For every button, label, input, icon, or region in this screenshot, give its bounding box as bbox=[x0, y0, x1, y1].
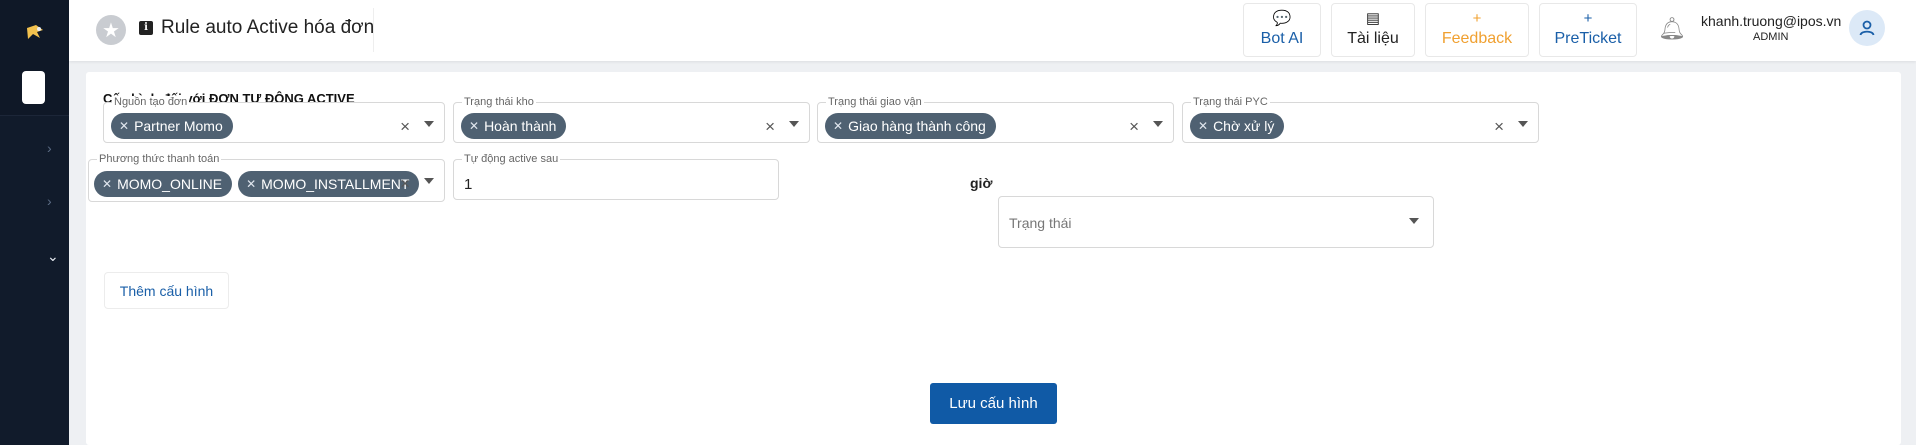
auto-active-input[interactable]: Tự động active sau 1 bbox=[453, 153, 779, 200]
delivery-status-select[interactable]: Trạng thái giao vận ✕ Giao hàng thành côn… bbox=[817, 96, 1174, 143]
bot-ai-label: Bot AI bbox=[1260, 30, 1304, 47]
chip-remove-icon[interactable]: ✕ bbox=[833, 119, 843, 133]
documents-label: Tài liệu bbox=[1347, 30, 1399, 47]
dropdown-arrow-icon[interactable] bbox=[424, 121, 434, 127]
clear-icon[interactable]: × bbox=[400, 174, 410, 194]
save-config-button[interactable]: Lưu cấu hình bbox=[930, 383, 1057, 424]
info-icon[interactable]: i bbox=[139, 21, 153, 35]
plus-icon: + bbox=[1583, 10, 1593, 27]
sidebar-header bbox=[0, 0, 69, 116]
bell-icon[interactable]: 🔔︎ bbox=[1658, 16, 1686, 42]
auto-active-value[interactable]: 1 bbox=[464, 176, 472, 193]
auto-active-label: Tự động active sau bbox=[462, 153, 561, 165]
chip-hoan-thanh[interactable]: ✕ Hoàn thành bbox=[461, 113, 567, 139]
logo-icon[interactable] bbox=[24, 22, 46, 44]
page-title: Rule auto Active hóa đơn bbox=[161, 17, 375, 38]
status-placeholder: Trạng thái bbox=[1009, 215, 1072, 231]
clear-icon[interactable]: × bbox=[1129, 117, 1139, 137]
user-role: ADMIN bbox=[1753, 31, 1789, 43]
feedback-label: Feedback bbox=[1441, 30, 1513, 47]
dropdown-arrow-icon[interactable] bbox=[789, 121, 799, 127]
top-header: ★ i Rule auto Active hóa đơn 💬 Bot AI ▤ … bbox=[69, 0, 1916, 61]
chip-cho-xu-ly[interactable]: ✕ Chờ xử lý bbox=[1190, 113, 1285, 139]
documents-button[interactable]: ▤ Tài liệu bbox=[1331, 3, 1415, 57]
chevron-right-icon[interactable]: › bbox=[47, 140, 52, 156]
user-email: khanh.truong@ipos.vn bbox=[1701, 13, 1842, 29]
unit-label: giờ bbox=[970, 175, 993, 191]
source-select[interactable]: Nguồn tạo đơn ✕ Partner Momo × bbox=[103, 96, 445, 143]
chat-bubble-icon: 💬 bbox=[1272, 10, 1292, 27]
delivery-status-label: Trạng thái giao vận bbox=[826, 96, 924, 108]
user-icon bbox=[1859, 20, 1875, 36]
source-label: Nguồn tạo đơn bbox=[112, 96, 190, 108]
payment-method-label: Phương thức thanh toán bbox=[97, 153, 222, 165]
dropdown-arrow-icon[interactable] bbox=[1153, 121, 1163, 127]
pyc-status-label: Trạng thái PYC bbox=[1191, 96, 1270, 108]
chip-label: Hoàn thành bbox=[484, 118, 557, 134]
avatar[interactable] bbox=[1849, 10, 1885, 46]
sidebar: › › ⌄ bbox=[0, 0, 69, 445]
chip-remove-icon[interactable]: ✕ bbox=[469, 119, 479, 133]
preticket-button[interactable]: + PreTicket bbox=[1539, 3, 1637, 57]
chip-label: MOMO_ONLINE bbox=[117, 176, 223, 192]
chip-giao-hang-thanh-cong[interactable]: ✕ Giao hàng thành công bbox=[825, 113, 996, 139]
favorite-star-icon[interactable]: ★ bbox=[96, 15, 126, 45]
add-config-button[interactable]: Thêm cấu hình bbox=[104, 272, 229, 309]
payment-method-select[interactable]: Phương thức thanh toán ✕ MOMO_ONLINE ✕ MOM… bbox=[88, 153, 445, 202]
chip-remove-icon[interactable]: ✕ bbox=[102, 177, 112, 191]
chevron-down-icon[interactable]: ⌄ bbox=[47, 248, 59, 265]
dropdown-arrow-icon[interactable] bbox=[424, 178, 434, 184]
clear-icon[interactable]: × bbox=[1494, 117, 1504, 137]
clear-icon[interactable]: × bbox=[400, 117, 410, 137]
status-select[interactable]: Trạng thái bbox=[998, 196, 1434, 248]
clear-icon[interactable]: × bbox=[765, 117, 775, 137]
chip-remove-icon[interactable]: ✕ bbox=[246, 177, 256, 191]
chip-label: Giao hàng thành công bbox=[848, 118, 986, 134]
pyc-status-select[interactable]: Trạng thái PYC ✕ Chờ xử lý × bbox=[1182, 96, 1539, 143]
book-icon: ▤ bbox=[1365, 10, 1381, 27]
chip-momo-installment[interactable]: ✕ MOMO_INSTALLMENT bbox=[238, 171, 420, 197]
chip-label: Partner Momo bbox=[134, 118, 223, 134]
dropdown-arrow-icon[interactable] bbox=[1518, 121, 1528, 127]
warehouse-status-select[interactable]: Trạng thái kho ✕ Hoàn thành × bbox=[453, 96, 810, 143]
chip-label: MOMO_INSTALLMENT bbox=[261, 176, 410, 192]
chip-remove-icon[interactable]: ✕ bbox=[1198, 119, 1208, 133]
chip-remove-icon[interactable]: ✕ bbox=[119, 119, 129, 133]
dropdown-arrow-icon[interactable] bbox=[1409, 218, 1419, 224]
chevron-right-icon[interactable]: › bbox=[47, 193, 52, 209]
plus-icon: + bbox=[1472, 10, 1482, 27]
bot-ai-button[interactable]: 💬 Bot AI bbox=[1243, 3, 1321, 57]
preticket-label: PreTicket bbox=[1554, 30, 1622, 47]
warehouse-status-label: Trạng thái kho bbox=[462, 96, 536, 108]
sidebar-active-item[interactable] bbox=[22, 71, 45, 104]
chip-label: Chờ xử lý bbox=[1213, 118, 1275, 134]
chip-partner-momo[interactable]: ✕ Partner Momo bbox=[111, 113, 233, 139]
feedback-button[interactable]: + Feedback bbox=[1425, 3, 1529, 57]
divider bbox=[373, 8, 374, 52]
chip-momo-online[interactable]: ✕ MOMO_ONLINE bbox=[94, 171, 233, 197]
